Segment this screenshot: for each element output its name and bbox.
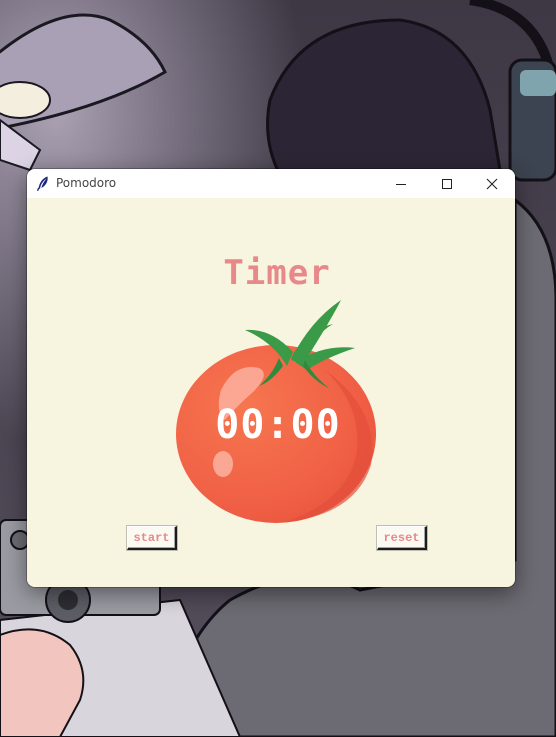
pomodoro-window: Pomodoro Timer 00:00 start reset <box>27 169 515 587</box>
feather-icon <box>37 176 48 191</box>
minimize-button[interactable] <box>378 169 424 198</box>
reset-button[interactable]: reset <box>377 526 427 550</box>
close-button[interactable] <box>469 169 515 198</box>
timer-heading: Timer <box>223 253 331 293</box>
maximize-icon <box>442 178 452 189</box>
close-icon <box>486 178 498 189</box>
start-button[interactable]: start <box>127 526 177 550</box>
window-title: Pomodoro <box>56 176 117 190</box>
app-canvas: Timer 00:00 start reset <box>27 198 515 587</box>
maximize-button[interactable] <box>424 169 470 198</box>
minimize-icon <box>396 183 406 185</box>
countdown-display: 00:00 <box>215 402 341 448</box>
title-bar[interactable]: Pomodoro <box>27 169 515 198</box>
